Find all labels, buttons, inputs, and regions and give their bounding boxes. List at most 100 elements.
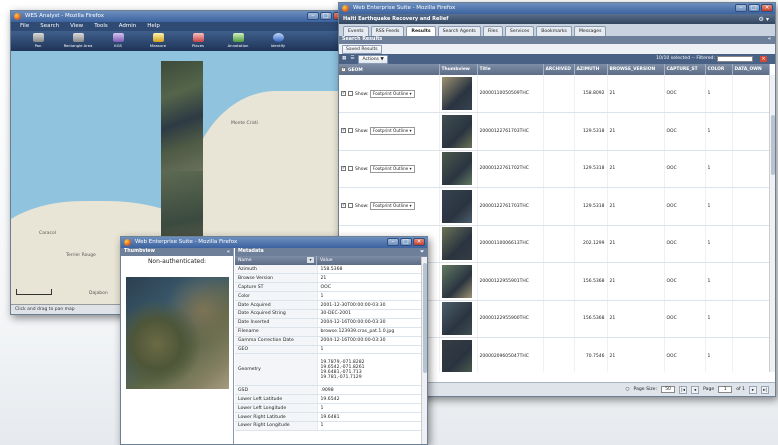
list-view-icon[interactable]: ☰	[350, 54, 354, 64]
title-cell[interactable]: 20000110050509THC	[477, 75, 544, 113]
vertical-scrollbar[interactable]	[769, 75, 775, 372]
close-button[interactable]: ×	[413, 238, 425, 246]
pan-tool[interactable]: Pan	[21, 31, 55, 48]
row-checkbox[interactable]	[341, 90, 346, 96]
footprint-select[interactable]: Footprint Outline ▾	[369, 202, 415, 211]
collapse-icon[interactable]: «	[227, 248, 230, 256]
maximize-button[interactable]: □	[320, 12, 332, 20]
title-cell[interactable]: 20000122761703THC	[477, 112, 544, 151]
metadata-body: Azimuth 158.5368 Browse Version 21 Capture S…	[235, 265, 427, 444]
next-page-button[interactable]: ▸	[749, 385, 757, 394]
title-cell[interactable]: 20000209605047THC	[477, 337, 544, 372]
menu-admin[interactable]: Admin	[119, 22, 137, 31]
row-checkbox[interactable]	[341, 128, 346, 134]
row-thumbnail[interactable]	[441, 339, 472, 372]
show-checkbox[interactable]	[348, 90, 353, 96]
row-thumbnail[interactable]	[441, 302, 472, 336]
table-row[interactable]: Show: Footprint Outline ▾ 20000122761703T…	[339, 112, 770, 151]
filter-icon[interactable]: ⏷	[420, 248, 424, 256]
column-menu-icon[interactable]: ▾	[307, 257, 314, 263]
column-header-archived[interactable]: ARCHIVED	[543, 64, 575, 75]
clear-filter-icon[interactable]: ×	[760, 56, 767, 62]
show-checkbox[interactable]	[348, 203, 353, 209]
scroll-thumb[interactable]	[423, 263, 427, 373]
column-header-value[interactable]: Value	[317, 256, 333, 265]
last-page-button[interactable]: ▸|	[761, 385, 769, 394]
table-row[interactable]: Show: Footprint Outline ▾ 20000122761702T…	[339, 150, 770, 188]
title-cell[interactable]: 20000122761702THC	[477, 150, 544, 188]
minimize-button[interactable]: –	[307, 12, 319, 20]
menu-view[interactable]: View	[70, 22, 83, 31]
column-header-color[interactable]: COLOR	[705, 64, 733, 75]
row-checkbox[interactable]	[341, 203, 346, 209]
row-thumbnail[interactable]	[441, 152, 472, 186]
minimize-button[interactable]: –	[387, 238, 399, 246]
show-checkbox[interactable]	[348, 165, 353, 171]
menu-file[interactable]: File	[20, 22, 29, 31]
saved-results-button[interactable]: Saved Results	[342, 45, 382, 54]
title-cell[interactable]: 20000122955901THC	[477, 262, 544, 301]
vertical-scrollbar[interactable]	[421, 257, 427, 444]
column-header-browse-version[interactable]: BROWSE_VERSION	[607, 64, 665, 75]
column-header-thumbview[interactable]: Thumbview	[439, 64, 478, 75]
tab-bookmarks[interactable]: Bookmarks	[536, 26, 572, 36]
title-cell[interactable]: 20000110006613THC	[477, 225, 544, 263]
identify-tool[interactable]: Identify	[261, 31, 295, 48]
footprint-select[interactable]: Footprint Outline ▾	[369, 127, 415, 136]
column-header-geom[interactable]: GEOM	[339, 64, 440, 75]
tab-rss-feeds[interactable]: RSS Feeds	[370, 26, 405, 36]
maximize-button[interactable]: □	[748, 4, 760, 12]
filter-input[interactable]	[717, 56, 753, 62]
show-checkbox[interactable]	[348, 128, 353, 134]
show-label: Show:	[355, 91, 369, 97]
tab-services[interactable]: Services	[504, 26, 535, 36]
row-thumbnail[interactable]	[441, 264, 472, 298]
column-header-title[interactable]: Title	[477, 64, 544, 75]
close-button[interactable]: ×	[761, 4, 773, 12]
menu-tools[interactable]: Tools	[94, 22, 108, 31]
maximize-button[interactable]: □	[400, 238, 412, 246]
title-cell[interactable]: 20000122761703THC	[477, 187, 544, 226]
page-input[interactable]: 1	[718, 386, 733, 393]
prev-page-button[interactable]: ◂	[691, 385, 700, 394]
tab-events[interactable]: Events	[343, 26, 369, 36]
row-thumbnail[interactable]	[441, 114, 472, 148]
table-row[interactable]: Show: Footprint Outline ▾ 20000110050509T…	[339, 75, 770, 113]
column-header-data-own[interactable]: DATA_OWN	[732, 64, 770, 75]
rectangle-area-tool[interactable]: Rectangle Area	[61, 31, 95, 48]
title-cell[interactable]: 20000122955900THC	[477, 300, 544, 338]
menu-help[interactable]: Help	[147, 22, 160, 31]
collapse-icon[interactable]: «	[768, 36, 771, 44]
tab-search-agents[interactable]: Search Agents	[437, 26, 481, 36]
satellite-footprint[interactable]	[161, 61, 203, 171]
first-page-button[interactable]: |◂	[679, 385, 688, 394]
row-checkbox[interactable]	[341, 165, 346, 171]
tab-files[interactable]: Files	[482, 26, 503, 36]
event-title: Haiti Earthquake Recovery and Relief	[343, 16, 449, 22]
column-header-name[interactable]: Name ▾	[235, 256, 317, 265]
row-thumbnail[interactable]	[441, 227, 472, 261]
row-thumbnail[interactable]	[441, 189, 472, 223]
tab-results[interactable]: Results	[406, 26, 436, 36]
footprint-select[interactable]: Footprint Outline ▾	[369, 89, 415, 98]
actions-button[interactable]: Actions ▼	[358, 54, 388, 64]
grid-view-icon[interactable]: ▦	[342, 54, 346, 64]
select-all-checkbox[interactable]	[341, 66, 346, 72]
refresh-icon[interactable]: ○	[625, 383, 629, 397]
column-header-azimuth[interactable]: AZIMUTH	[574, 64, 608, 75]
minimize-button[interactable]: –	[735, 4, 747, 12]
kgs-tool[interactable]: KGS	[101, 31, 135, 48]
annotation-tool[interactable]: Annotation	[221, 31, 255, 48]
footprint-select[interactable]: Footprint Outline ▾	[369, 164, 415, 173]
scroll-thumb[interactable]	[771, 115, 775, 175]
menu-search[interactable]: Search	[40, 22, 59, 31]
page-size-input[interactable]: 50	[661, 386, 676, 393]
settings-icon[interactable]: ⚙ ▾	[759, 15, 769, 25]
metadata-key: Capture ST	[235, 282, 318, 293]
measure-tool[interactable]: Measure	[141, 31, 175, 48]
places-tool[interactable]: Places	[181, 31, 215, 48]
column-header-capture-st[interactable]: CAPTURE_ST	[664, 64, 706, 75]
row-thumbnail[interactable]	[441, 77, 472, 110]
tab-messages[interactable]: Messages	[573, 26, 607, 36]
table-row[interactable]: Show: Footprint Outline ▾ 20000122761703T…	[339, 187, 770, 226]
